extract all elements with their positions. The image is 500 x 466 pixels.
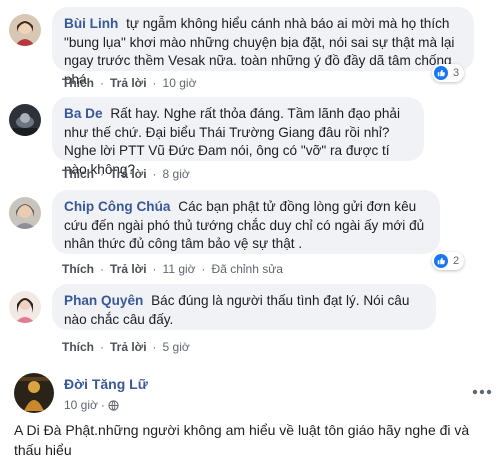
comment-author[interactable]: Bùi Linh [64, 16, 118, 31]
comment-time[interactable]: 10 giờ [163, 76, 197, 90]
post-time[interactable]: 10 giờ [64, 398, 98, 412]
comment-bubble: Phan Quyên Bác đúng là người thấu tình đ… [52, 284, 436, 330]
reply-link[interactable]: Trả lời [110, 76, 147, 90]
comment-time[interactable]: 8 giờ [163, 167, 190, 181]
separator-dot: · [100, 262, 104, 276]
separator-dot: · [152, 340, 157, 354]
like-link[interactable]: Thích [62, 167, 94, 181]
reply-link[interactable]: Trả lời [110, 340, 147, 354]
reaction-number: 2 [453, 255, 460, 267]
page-avatar[interactable] [14, 373, 54, 413]
reaction-count[interactable]: 3 [432, 64, 465, 82]
separator-dot: · [100, 398, 105, 412]
like-link[interactable]: Thích [62, 340, 94, 354]
reaction-number: 3 [453, 67, 460, 79]
edited-label[interactable]: Đã chỉnh sửa [212, 262, 283, 276]
user-avatar-icon [9, 291, 41, 323]
reply-link[interactable]: Trả lời [110, 167, 147, 181]
post-text: A Di Đà Phật.những người không am hiểu v… [14, 422, 470, 458]
comment-author[interactable]: Chip Công Chúa [64, 199, 170, 214]
comment-time[interactable]: 5 giờ [163, 340, 190, 354]
avatar[interactable] [9, 291, 41, 323]
like-link[interactable]: Thích [62, 262, 94, 276]
like-link[interactable]: Thích [62, 76, 94, 90]
separator-dot: · [152, 167, 157, 181]
comment-actions: Thích · Trả lời · 10 giờ [62, 76, 196, 90]
comment-time[interactable]: 11 giờ [163, 262, 196, 276]
comment-actions: Thích · Trả lời · 8 giờ [62, 167, 190, 181]
page-name[interactable]: Đời Tăng Lữ [64, 376, 148, 392]
separator-dot: · [152, 76, 157, 90]
like-reaction-icon [434, 254, 448, 268]
user-avatar-icon [9, 197, 41, 229]
avatar[interactable] [9, 197, 41, 229]
user-avatar-icon [9, 14, 41, 46]
separator-dot: · [100, 76, 104, 90]
comment-bubble: Bùi Linh tự ngẫm không hiểu cánh nhà báo… [52, 7, 474, 87]
comment-bubble: Chip Công Chúa Các bạn phật tử đồng lòng… [52, 190, 440, 254]
separator-dot: · [100, 340, 104, 354]
more-icon[interactable] [472, 382, 492, 395]
separator-dot: · [201, 262, 206, 276]
reaction-count[interactable]: 2 [432, 252, 465, 270]
comment-bubble: Ba De Rất hay. Nghe rất thỏa đáng. Tầm l… [52, 97, 424, 177]
avatar[interactable] [9, 104, 41, 136]
comment-actions: Thích · Trả lời · 11 giờ · Đã chỉnh sửa [62, 262, 283, 276]
page-avatar-icon [14, 373, 54, 413]
separator-dot: · [100, 167, 104, 181]
globe-icon[interactable] [108, 399, 119, 411]
comment-author[interactable]: Ba De [64, 106, 103, 121]
comment-author[interactable]: Phan Quyên [64, 293, 143, 308]
comment-actions: Thích · Trả lời · 5 giờ [62, 340, 190, 354]
like-reaction-icon [434, 66, 448, 80]
reply-link[interactable]: Trả lời [110, 262, 147, 276]
comment-text: Rất hay. Nghe rất thỏa đáng. Tầm lãnh đạ… [64, 106, 401, 177]
separator-dot: · [152, 262, 157, 276]
avatar[interactable] [9, 14, 41, 46]
post-meta: 10 giờ · [64, 398, 119, 412]
user-avatar-icon [9, 104, 41, 136]
